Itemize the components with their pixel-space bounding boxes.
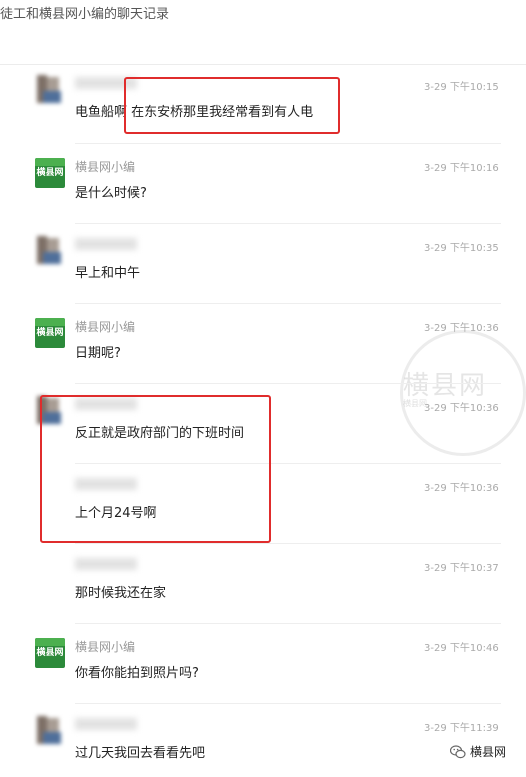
bot-avatar-icon: 横县网 [35,638,65,668]
bot-avatar-icon: 横县网 [35,158,65,188]
message-time: 3-29 下午10:36 [424,403,499,414]
message-time: 3-29 下午10:46 [424,643,499,654]
message-text: 日期呢? [75,346,121,361]
chat-message: 横县网 横县网小编 3-29 下午10:36 日期呢? [0,316,526,386]
user-avatar-icon [35,75,65,105]
wechat-icon [450,744,466,758]
chat-message: 横县网 横县网小编 3-29 下午10:46 你看你能拍到照片吗? [0,636,526,706]
footer-source: 横县网 [450,743,506,760]
sender-name [75,718,137,732]
message-time: 3-29 下午10:15 [424,82,499,93]
message-divider [75,623,501,624]
message-divider [75,703,501,704]
message-text: 那时候我还在家 [75,586,167,601]
highlight-box [124,77,340,134]
message-text: 过几天我回去看看先吧 [75,746,206,761]
highlight-box [40,395,271,543]
message-divider [75,143,501,144]
footer-label: 横县网 [470,745,507,759]
sender-name: 横县网小编 [75,640,136,654]
bot-avatar-icon: 横县网 [35,318,65,348]
message-divider [75,303,501,304]
message-divider [75,543,501,544]
message-text: 你看你能拍到照片吗? [75,666,199,681]
sender-name: 横县网小编 [75,320,136,334]
sender-name [75,238,137,252]
sender-name [75,558,137,572]
chat-message: 3-29 下午10:37 那时候我还在家 [0,556,526,626]
message-text: 是什么时候? [75,186,147,201]
user-avatar-icon [35,716,65,746]
chat-message: 3-29 下午11:39 过几天我回去看看先吧 [0,716,526,777]
page-title: 徒工和横县网小编的聊天记录 [0,7,170,22]
user-avatar-icon [35,236,65,266]
sender-name: 横县网小编 [75,160,136,174]
chat-message: 横县网 横县网小编 3-29 下午10:16 是什么时候? [0,156,526,226]
message-text: 早上和中午 [75,266,141,281]
message-time: 3-29 下午10:35 [424,243,499,254]
message-time: 3-29 下午10:36 [424,483,499,494]
top-divider [0,64,526,65]
message-time: 3-29 下午11:39 [424,723,499,734]
message-time: 3-29 下午10:36 [424,323,499,334]
message-divider [75,383,501,384]
message-time: 3-29 下午10:37 [424,563,499,574]
message-divider [75,223,501,224]
chat-message: 3-29 下午10:35 早上和中午 [0,236,526,306]
message-time: 3-29 下午10:16 [424,163,499,174]
